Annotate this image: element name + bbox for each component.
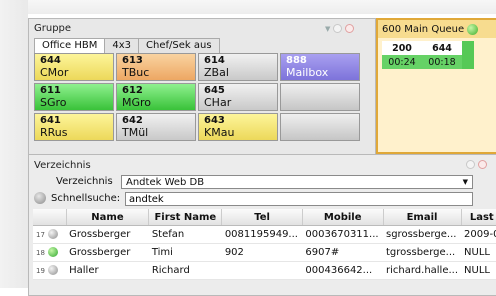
queue-overflow-cell: [462, 55, 474, 69]
left-backdrop: [0, 0, 28, 288]
gruppe-tabs: Office HBM 4x3 Chef/Sek aus: [34, 38, 220, 54]
top-backdrop: [0, 0, 496, 14]
queue-header: 600 Main Queue: [378, 20, 496, 38]
row-status-cell: 19: [33, 261, 67, 280]
queue-overflow-cell: [462, 41, 474, 55]
speed-dial-cell[interactable]: 614 ZBal: [198, 53, 278, 81]
table-row[interactable]: 17 Grossberger Stefan 0081195949... 0003…: [33, 225, 496, 244]
cell-last: NULL: [461, 243, 496, 262]
speed-dial-cell[interactable]: 641 RRus: [34, 113, 114, 141]
close-icon[interactable]: [345, 24, 355, 33]
contact-name: RRus: [40, 126, 68, 139]
gruppe-title: Gruppe: [34, 23, 72, 34]
speed-dial-grid: 644 CMor 613 TBuc 614 ZBal 888 Mailbox 611 SG…: [34, 53, 360, 141]
contact-name: CHar: [204, 96, 232, 109]
presence-online-icon: [48, 247, 59, 257]
directory-label: Verzeichnis: [56, 176, 113, 187]
queue-agent-header: 200: [382, 41, 422, 55]
column-header-tel[interactable]: Tel: [221, 209, 303, 226]
row-status-cell: 17: [33, 225, 67, 244]
column-header-last[interactable]: Last: [461, 209, 496, 226]
cell-tel: [221, 261, 303, 280]
minimize-icon[interactable]: [333, 24, 343, 33]
cell-first-name: Stefan: [148, 225, 222, 244]
cell-tel: 0081195949...: [221, 225, 303, 244]
cell-first-name: Timi: [148, 243, 222, 262]
column-header-mobile[interactable]: Mobile: [302, 209, 384, 226]
speed-dial-cell-empty[interactable]: [280, 83, 360, 111]
quick-search-input[interactable]: [125, 192, 473, 206]
contact-name: MGro: [122, 96, 152, 109]
tab-4x3[interactable]: 4x3: [104, 38, 140, 53]
cell-email: richard.halle...: [383, 261, 462, 280]
speed-dial-cell[interactable]: 644 CMor: [34, 53, 114, 81]
queue-time-cell: 00:18: [422, 55, 462, 69]
contact-name: TBuc: [122, 66, 150, 79]
column-header-first-name[interactable]: First Name: [148, 209, 223, 226]
cell-last: 2009-0: [461, 225, 496, 244]
cell-mobile: 0003670311...: [302, 225, 383, 244]
contact-name: KMau: [204, 126, 235, 139]
tab-chef-sek-aus[interactable]: Chef/Sek aus: [138, 38, 220, 53]
speed-dial-cell[interactable]: 613 TBuc: [116, 53, 196, 81]
speed-dial-cell[interactable]: 642 TMül: [116, 113, 196, 141]
verzeichnis-window-controls: [466, 160, 487, 169]
column-header-name[interactable]: Name: [66, 209, 150, 226]
cell-name: Haller: [66, 261, 149, 280]
speed-dial-cell[interactable]: 888 Mailbox: [280, 53, 360, 81]
contact-name: ZBal: [204, 66, 229, 79]
gruppe-window-controls: ▼: [325, 24, 355, 33]
directory-select[interactable]: Andtek Web DB ▼: [121, 175, 473, 189]
contact-name: TMül: [122, 126, 149, 139]
gruppe-panel: Gruppe ▼ Office HBM 4x3 Chef/Sek aus 644…: [28, 18, 376, 156]
contact-name: SGro: [40, 96, 67, 109]
contact-name: CMor: [40, 66, 69, 79]
presence-offline-icon: [48, 265, 59, 275]
speed-dial-cell[interactable]: 612 MGro: [116, 83, 196, 111]
cell-mobile: 000436642...: [302, 261, 383, 280]
column-header-status: [33, 209, 67, 226]
cell-last: NULL: [461, 261, 496, 280]
presence-offline-icon: [48, 229, 59, 239]
tab-office-hbm[interactable]: Office HBM: [34, 38, 106, 54]
cell-name: Grossberger: [66, 225, 149, 244]
search-icon: [34, 192, 46, 204]
cell-email: tgrossberge...: [383, 243, 462, 262]
verzeichnis-title: Verzeichnis: [34, 160, 91, 171]
table-row[interactable]: 19 Haller Richard 000436642... richard.h…: [33, 261, 496, 280]
cell-email: sgrossberge...: [383, 225, 462, 244]
contact-name: Mailbox: [286, 66, 329, 79]
minimize-icon[interactable]: [466, 160, 475, 169]
speed-dial-cell[interactable]: 645 CHar: [198, 83, 278, 111]
queue-time-cell: 00:24: [382, 55, 422, 69]
speed-dial-cell[interactable]: 643 KMau: [198, 113, 278, 141]
verzeichnis-panel: Verzeichnis Verzeichnis Andtek Web DB ▼ …: [28, 154, 496, 296]
row-status-cell: 18: [33, 243, 67, 262]
column-header-email[interactable]: Email: [383, 209, 462, 226]
quick-search-label: Schnellsuche:: [51, 193, 121, 204]
cell-mobile: 6907#: [302, 243, 383, 262]
queue-title: 600 Main Queue: [382, 23, 465, 35]
speed-dial-cell-empty[interactable]: [280, 113, 360, 141]
cell-name: Grossberger: [66, 243, 149, 262]
cell-tel: 902: [221, 243, 303, 262]
table-header-row: Name First Name Tel Mobile Email Last: [33, 209, 496, 226]
close-icon[interactable]: [478, 160, 487, 169]
row-number: 19: [36, 267, 45, 275]
queue-agent-header: 644: [422, 41, 462, 55]
queue-status-icon: [467, 23, 479, 35]
directory-select-value: Andtek Web DB: [126, 176, 205, 188]
panel-menu-icon[interactable]: ▼: [325, 25, 330, 33]
queue-table: 200 644 00:24 00:18: [382, 41, 474, 69]
speed-dial-cell[interactable]: 611 SGro: [34, 83, 114, 111]
chevron-down-icon: ▼: [462, 178, 468, 186]
cell-first-name: Richard: [148, 261, 222, 280]
queue-panel: 600 Main Queue 200 644 00:24 00:18: [376, 18, 496, 154]
row-number: 18: [36, 249, 45, 257]
row-number: 17: [36, 231, 45, 239]
table-row[interactable]: 18 Grossberger Timi 902 6907# tgrossberg…: [33, 243, 496, 262]
directory-table: Name First Name Tel Mobile Email Last 17…: [33, 209, 496, 280]
